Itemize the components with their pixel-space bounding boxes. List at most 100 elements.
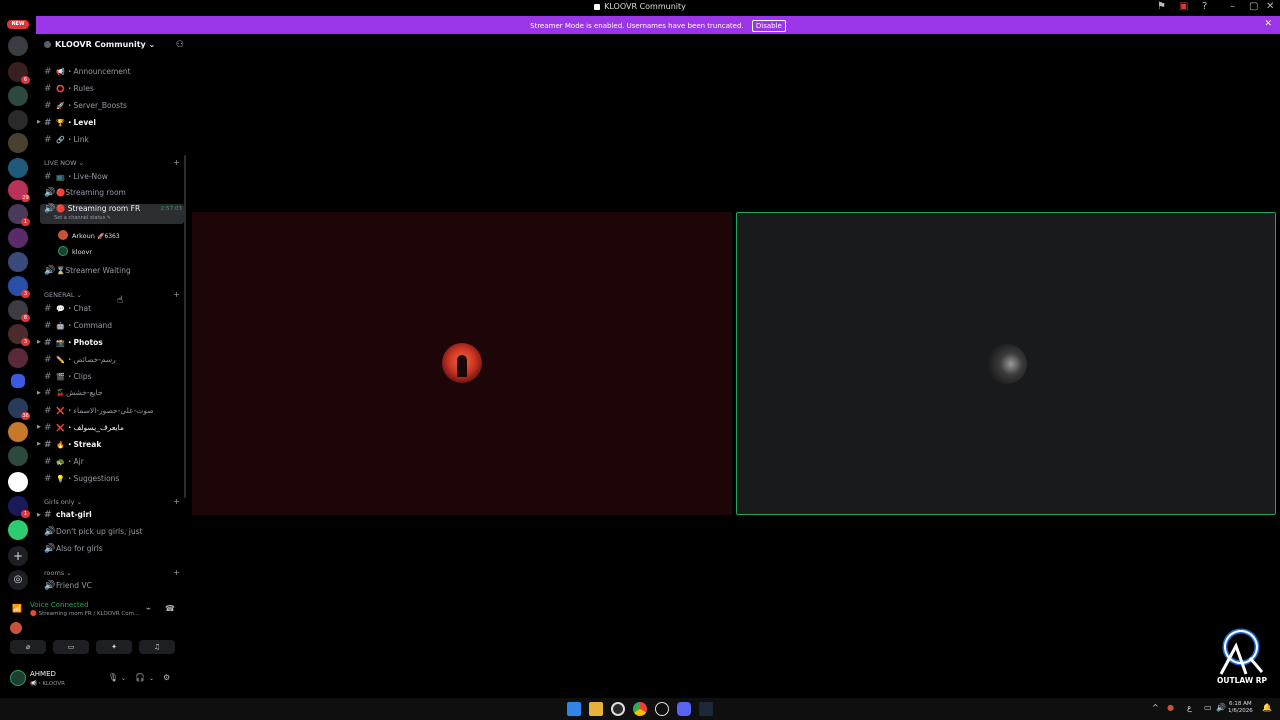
disable-button[interactable]: Disable xyxy=(751,20,786,32)
chevron-down-icon[interactable]: ⌄ xyxy=(149,675,154,682)
active-voice-channel[interactable]: 🔊🔴 Streaming room FR 2:57:03 Set a chann… xyxy=(40,204,184,224)
add-channel-icon[interactable]: + xyxy=(173,158,180,167)
channel-item[interactable]: # 🎬・Clips xyxy=(44,371,184,385)
channel-item[interactable]: # 🔗・Link xyxy=(44,134,184,148)
channel-item[interactable]: ▶ # ❌・مايعرف_يسولف xyxy=(37,422,184,436)
user-name[interactable]: AHMED xyxy=(30,670,56,678)
notification-icon[interactable]: 🔔 xyxy=(1262,703,1272,712)
video-tile-speaking[interactable] xyxy=(736,212,1276,515)
server-icon[interactable]: 3 xyxy=(8,276,30,298)
gear-icon[interactable]: ⚙ xyxy=(163,673,170,682)
channel-item[interactable]: ▶ # 🍒جايع-خشش xyxy=(37,388,184,402)
channel-item[interactable]: ▶ # 🏆・Level xyxy=(37,117,184,131)
server-icon[interactable]: 36 xyxy=(8,398,30,420)
server-icon[interactable] xyxy=(8,446,28,466)
server-icon[interactable]: 1 xyxy=(8,496,30,518)
volume-icon[interactable]: 🔊 xyxy=(1216,703,1226,712)
channel-item[interactable]: # 💡・Suggestions xyxy=(44,473,184,487)
add-channel-icon[interactable]: + xyxy=(173,290,180,299)
server-icon[interactable]: 1 xyxy=(8,204,30,226)
mic-tray-icon[interactable]: ● xyxy=(1167,703,1174,712)
server-icon[interactable] xyxy=(8,36,28,56)
server-icon[interactable] xyxy=(8,158,28,178)
close-banner-icon[interactable]: ✕ xyxy=(1264,19,1272,29)
disconnect-icon[interactable]: ☎ xyxy=(165,604,175,613)
headphones-icon[interactable]: 🎧 xyxy=(135,673,145,682)
chrome-icon[interactable] xyxy=(633,702,647,716)
add-channel-icon[interactable]: + xyxy=(173,568,180,577)
server-icon[interactable] xyxy=(8,472,28,492)
voice-channel-item[interactable]: 🔊🔴Streaming room xyxy=(44,188,184,202)
avatar[interactable] xyxy=(10,670,26,686)
microphone-icon[interactable]: 🎙 xyxy=(108,673,118,682)
sidebar-scrollbar[interactable] xyxy=(184,155,186,498)
channel-status[interactable]: Set a channel status ✎ xyxy=(54,215,111,221)
folder-icon[interactable] xyxy=(11,374,25,388)
server-icon[interactable] xyxy=(8,228,28,248)
help-icon[interactable]: ? xyxy=(1202,1,1207,12)
server-icon[interactable]: 3 xyxy=(8,324,30,346)
voice-user[interactable]: kloovr xyxy=(58,246,92,260)
voice-channel-item[interactable]: 🔊⌛Streamer Waiting xyxy=(44,266,184,280)
channel-item[interactable]: # ⭕・Rules xyxy=(44,83,184,97)
channel-item[interactable]: # ❌・صوت-على-حصور-الاسماء xyxy=(44,405,184,419)
voice-channel-item[interactable]: 🔊Don't pick up girls, just xyxy=(44,527,184,541)
discover-icon[interactable]: ◎ xyxy=(8,570,28,590)
channel-item[interactable]: ▶ # 🔥・Streak xyxy=(37,439,184,453)
channel-item[interactable]: # ✏️・رسم-خصائص xyxy=(44,354,184,368)
channel-item[interactable]: # 📢・Announcement xyxy=(44,66,184,80)
add-channel-icon[interactable]: + xyxy=(173,497,180,506)
channel-item[interactable]: # 📺・Live-Now xyxy=(44,171,184,185)
server-icon[interactable] xyxy=(8,422,28,442)
server-icon[interactable] xyxy=(8,252,28,272)
app-icon[interactable] xyxy=(655,702,669,716)
video-tile[interactable] xyxy=(192,212,732,515)
soundboard-button[interactable]: ♫ xyxy=(139,640,175,654)
maximize-icon[interactable]: ▢ xyxy=(1249,1,1258,12)
inbox-icon[interactable]: ⚑ xyxy=(1157,1,1166,12)
server-icon[interactable]: 6 xyxy=(8,62,30,84)
category-rooms[interactable]: rooms ⌄ + xyxy=(44,568,184,577)
discord-icon[interactable] xyxy=(677,702,691,716)
system-clock[interactable]: 6:18 AM 1/6/2026 xyxy=(1228,701,1253,715)
channel-item[interactable]: # 🤖・Command xyxy=(44,320,184,334)
server-icon[interactable] xyxy=(8,520,28,540)
server-icon[interactable] xyxy=(8,133,28,153)
chevron-up-icon[interactable]: ^ xyxy=(1152,703,1159,712)
server-icon[interactable] xyxy=(8,110,28,130)
steam-like-icon[interactable] xyxy=(611,702,625,716)
file-explorer-icon[interactable] xyxy=(589,702,603,716)
server-icon[interactable]: 8 xyxy=(8,300,30,322)
voice-channel-item[interactable]: 🔊Friend VC xyxy=(44,581,184,595)
channel-item[interactable]: ▶ # 📸・Photos xyxy=(37,337,184,351)
add-server-icon[interactable]: + xyxy=(8,546,28,566)
activities-button[interactable]: ✦ xyxy=(96,640,132,654)
channel-item[interactable]: # 🚀・Server_Boosts xyxy=(44,100,184,114)
channel-item[interactable]: # 🐢・Ajr xyxy=(44,456,184,470)
invite-icon[interactable]: ⚇ xyxy=(176,40,184,50)
server-icon[interactable] xyxy=(8,348,28,368)
signal-icon[interactable]: 📶 xyxy=(12,604,22,613)
close-window-icon[interactable]: ✕ xyxy=(1266,1,1274,12)
channel-item[interactable]: # 💬・Chat xyxy=(44,303,184,317)
server-icon[interactable] xyxy=(8,86,28,106)
category-general[interactable]: GENERAL ⌄ + xyxy=(44,290,184,299)
category-live-now[interactable]: LIVE NOW ⌄ + xyxy=(44,158,184,167)
steam-icon[interactable] xyxy=(699,702,713,716)
network-icon[interactable]: ▭ xyxy=(1204,703,1212,712)
chevron-down-icon[interactable]: ⌄ xyxy=(121,675,126,682)
server-icon[interactable]: 29 xyxy=(8,180,30,202)
noise-suppression-icon[interactable]: ⌁ xyxy=(146,604,151,613)
camera-button[interactable]: ⌀ xyxy=(10,640,46,654)
voice-user[interactable]: Arkoun 🚀6363 xyxy=(58,230,120,244)
voice-channel-item[interactable]: 🔊Also for girls xyxy=(44,544,184,558)
minimize-icon[interactable]: – xyxy=(1230,1,1235,12)
voice-connected-title[interactable]: Voice Connected xyxy=(30,601,89,609)
screen-share-icon[interactable]: ▣ xyxy=(1179,1,1188,12)
server-header[interactable]: KLOOVR Community ⌄ ⚇ xyxy=(44,40,184,54)
screen-share-button[interactable]: ▭ xyxy=(53,640,89,654)
language-icon[interactable]: ع xyxy=(1187,703,1192,712)
channel-item[interactable]: ▶ # chat-girl xyxy=(37,510,184,524)
voice-channel-path[interactable]: 🔴 Streaming room FR / KLOOVR Com... xyxy=(30,611,139,617)
start-icon[interactable] xyxy=(567,702,581,716)
